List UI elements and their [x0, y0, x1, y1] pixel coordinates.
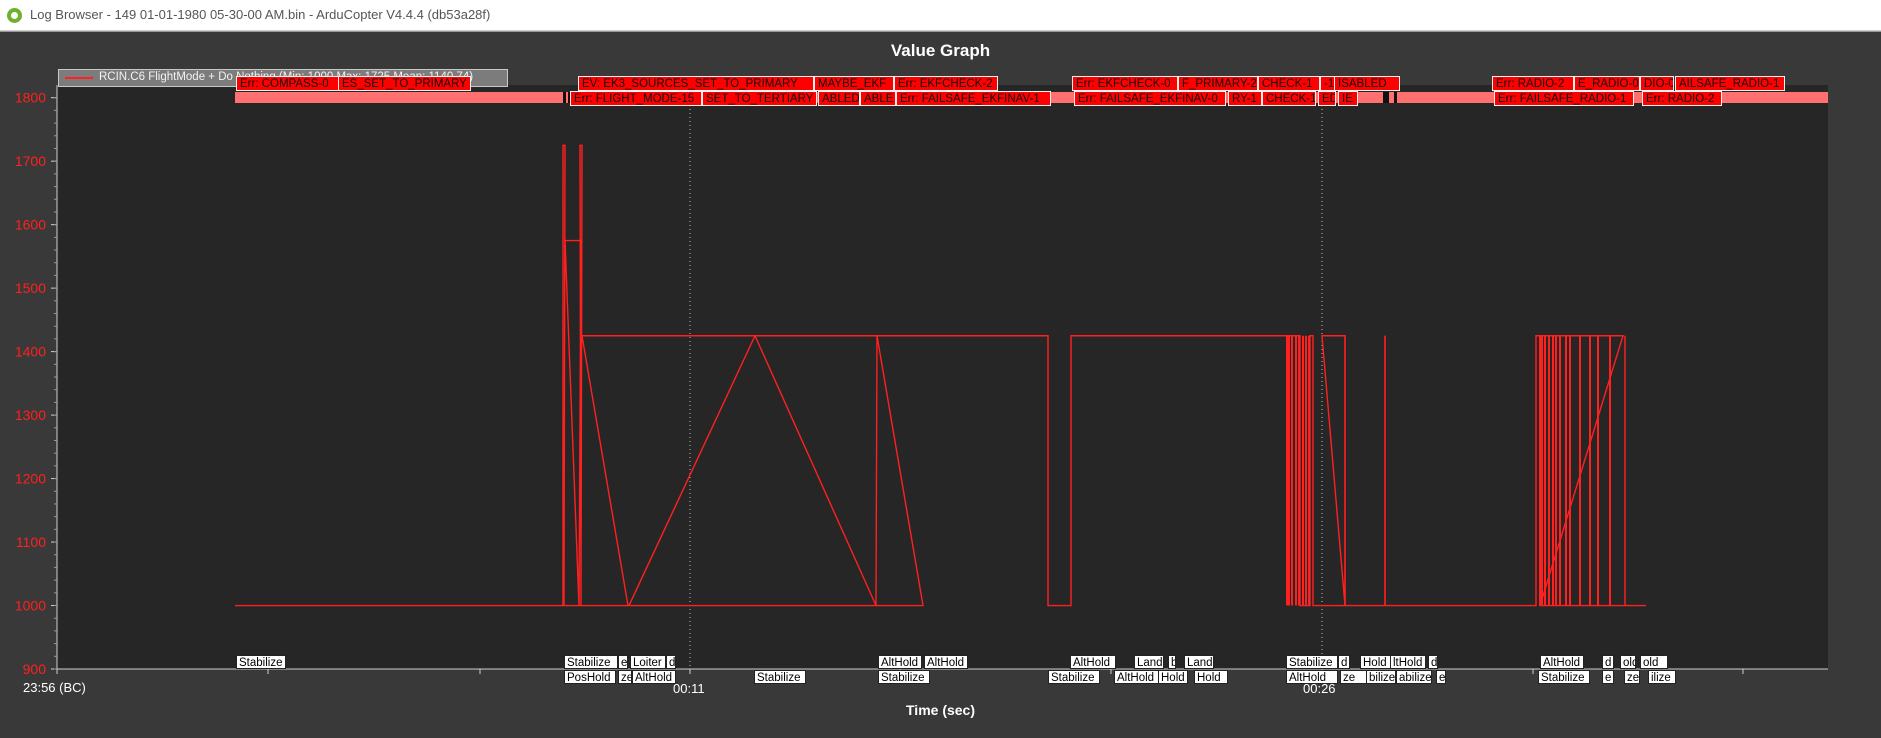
flight-mode-label: ze — [618, 670, 632, 684]
event-separator-mark — [1394, 92, 1397, 103]
error-event-label: ED — [1318, 91, 1336, 106]
y-tick-label: 900 — [23, 661, 47, 677]
flight-mode-label: AltHold — [632, 670, 676, 684]
y-tick-label: 1600 — [15, 217, 46, 233]
error-event-label: EV: EK3_SOURCES_SET_TO_PRIMARY — [578, 76, 814, 91]
flight-mode-label: ze — [1340, 670, 1368, 684]
flight-mode-label: AltHold — [1070, 655, 1116, 669]
error-event-label: ISABLED — [1334, 76, 1400, 91]
flight-mode-label: Stabilize — [878, 670, 930, 684]
error-event-label: RY-1 — [1228, 91, 1262, 106]
y-tick-label: 1000 — [15, 598, 46, 614]
error-event-label: SET_TO_TERTIARY — [702, 91, 817, 106]
flight-mode-label: d — [1428, 655, 1438, 669]
error-event-label: IE — [1338, 91, 1358, 106]
y-tick-label: 1700 — [15, 153, 46, 169]
flight-mode-label: Land — [1134, 655, 1164, 669]
error-event-label: AILSAFE_RADIO-1 — [1675, 76, 1785, 91]
value-graph-plot[interactable]: 900 1000 1100 1200 1300 1400 1500 1600 1700 1800 — [0, 0, 1881, 737]
error-event-label: Err: FAILSAFE_RADIO-1 — [1494, 91, 1634, 106]
error-event-label: ABLE — [860, 91, 896, 106]
graph-title: Value Graph — [890, 41, 991, 60]
flight-mode-label: AltHold — [878, 655, 922, 669]
flight-mode-label: Hold — [1158, 670, 1188, 684]
flight-mode-label: Hold — [1194, 670, 1228, 684]
error-event-label: E_RADIO-0 — [1574, 76, 1640, 91]
flight-mode-label: AltHold — [924, 655, 968, 669]
event-separator-mark — [1386, 92, 1389, 103]
error-event-label: DIO-0 — [1640, 76, 1674, 91]
x-axis-title: Time (sec) — [906, 702, 975, 718]
flight-mode-label: e — [1436, 670, 1446, 684]
y-tick-label: 1500 — [15, 280, 46, 296]
flight-mode-label: Stabilize — [1048, 670, 1100, 684]
x-tick-label-start: 23:56 (BC) — [23, 680, 86, 695]
flight-mode-label: d — [666, 655, 676, 669]
flight-mode-label: ltHold — [1390, 655, 1426, 669]
error-event-label: -1 — [1320, 76, 1335, 91]
error-event-label: F_PRIMARY-2 — [1178, 76, 1258, 91]
error-event-label: Err: FAILSAFE_EKFINAV-1 — [896, 91, 1051, 106]
flight-mode-label: e — [618, 655, 628, 669]
error-event-label: CHECK-1 — [1262, 91, 1316, 106]
y-tick-label: 1100 — [16, 534, 46, 550]
y-tick-label: 1400 — [15, 344, 46, 360]
error-event-label: ES_SET_TO_PRIMARY — [338, 76, 471, 91]
flight-mode-label: Stabilize — [564, 655, 618, 669]
y-axis: 900 1000 1100 1200 1300 1400 1500 1600 1700 1800 — [15, 85, 58, 677]
legend-series-swatch — [65, 77, 93, 79]
x-tick-label-end: 00:26 — [1303, 681, 1336, 696]
flight-mode-label: bilize — [1366, 670, 1396, 684]
x-tick-label-mid: 00:11 — [673, 681, 705, 696]
y-tick-label: 1800 — [15, 90, 46, 106]
flight-mode-label: ze — [1624, 670, 1640, 684]
flight-mode-label: old — [1640, 655, 1668, 669]
event-separator-mark — [563, 92, 566, 103]
flight-mode-label: AltHold — [1114, 670, 1160, 684]
flight-mode-label: Land — [1184, 655, 1214, 669]
plot-area[interactable] — [57, 85, 1828, 669]
error-event-label: Err: EKFCHECK-2 — [894, 76, 998, 91]
y-tick-label: 1300 — [15, 407, 46, 423]
flight-mode-label: b — [1168, 655, 1176, 669]
flight-mode-label: Stabilize — [236, 655, 286, 669]
flight-mode-label: Stabilize — [754, 670, 806, 684]
error-event-label: Err: EKFCHECK-0 — [1072, 76, 1178, 91]
event-separator-mark — [1383, 92, 1386, 103]
flight-mode-label: e — [1602, 670, 1614, 684]
error-event-label: MAYBE_EKF — [814, 76, 894, 91]
flight-mode-label: Loiter — [630, 655, 666, 669]
error-event-label: Err: RADIO-2 — [1642, 91, 1722, 106]
flight-mode-label: PosHold — [564, 670, 616, 684]
error-event-label: Err: FAILSAFE_EKFINAV-0 — [1074, 91, 1226, 106]
flight-mode-label: Stabilize — [1538, 670, 1590, 684]
flight-mode-label: AltHold — [1540, 655, 1584, 669]
flight-mode-label: abilize — [1396, 670, 1432, 684]
flight-mode-label: Hold — [1360, 655, 1392, 669]
flight-mode-label: Stabilize — [1286, 655, 1338, 669]
flight-mode-label: old — [1620, 655, 1636, 669]
error-event-label: CHECK-1 — [1258, 76, 1320, 91]
error-event-label: Err: FLIGHT_MODE-15 — [570, 91, 702, 106]
flight-mode-label: d — [1602, 655, 1614, 669]
error-event-label: ABLED — [818, 91, 860, 106]
flight-mode-label: ilize — [1648, 670, 1676, 684]
y-tick-label: 1200 — [15, 471, 46, 487]
error-event-label: Err: RADIO-2 — [1492, 76, 1574, 91]
flight-mode-label: d — [1338, 655, 1350, 669]
